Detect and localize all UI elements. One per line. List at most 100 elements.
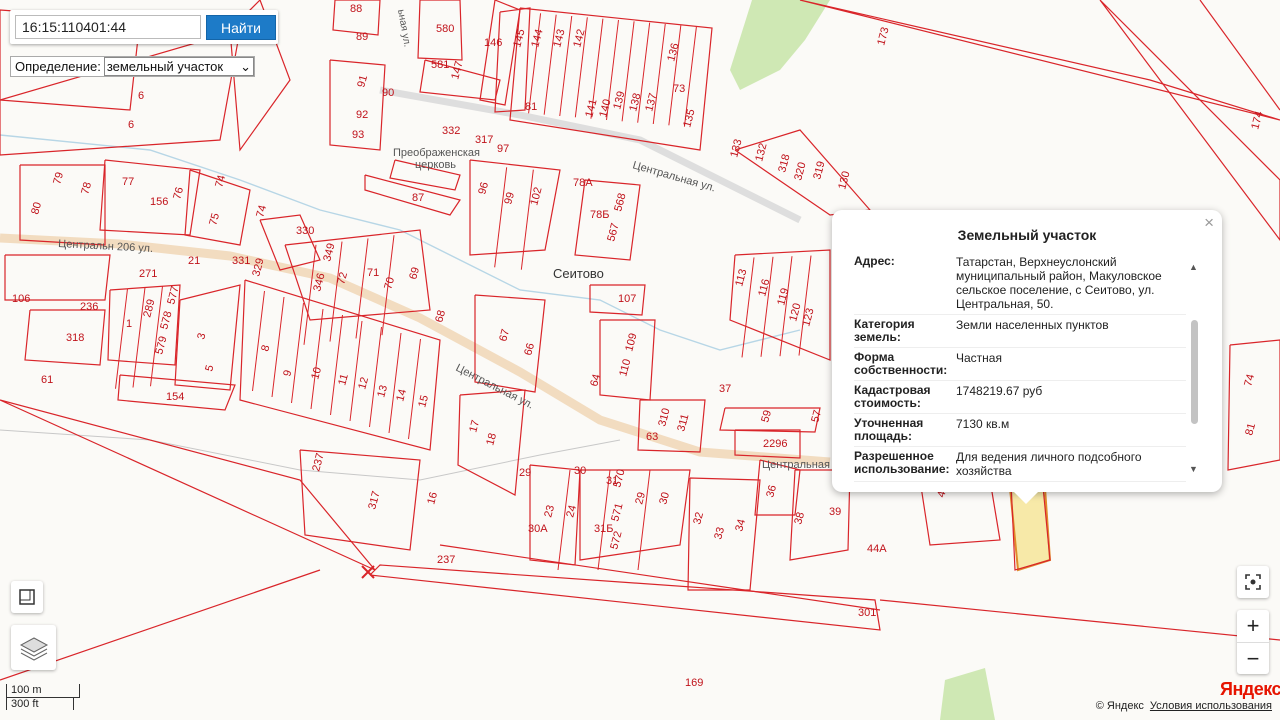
parcel-number: 71 <box>367 267 379 279</box>
fullscreen-icon <box>1245 574 1261 590</box>
popup-scrollbar[interactable]: ▲ ▼ <box>1188 262 1200 476</box>
parcel-number: 29 <box>519 467 531 479</box>
parcel-number: 8 <box>259 344 272 353</box>
parcel-outline[interactable] <box>469 159 561 256</box>
info-label: Разрешенное использование: <box>854 449 950 476</box>
info-value: 1748219.67 руб <box>956 384 1043 398</box>
info-label: Адрес: <box>854 254 895 268</box>
parcel-number: 96 <box>476 181 491 196</box>
parcel-number: 106 <box>12 293 30 305</box>
parcel-number: 76 <box>171 186 186 201</box>
parcel-outline[interactable] <box>439 544 881 611</box>
parcel-number: 12 <box>356 376 371 391</box>
parcel-number: 271 <box>139 268 157 280</box>
parcel-outline[interactable] <box>579 469 691 561</box>
info-value: Частная <box>956 351 1002 365</box>
parcel-number: 74 <box>1242 373 1257 388</box>
parcel-number: 317 <box>366 490 382 511</box>
fullscreen-button[interactable] <box>1237 566 1269 598</box>
info-value: Земли населенных пунктов <box>956 318 1109 332</box>
parcel-number: 88 <box>350 3 362 15</box>
parcel-number: 135 <box>681 108 697 129</box>
info-label: Кадастровая стоимость: <box>854 383 931 410</box>
street-label: Центральная <box>762 459 830 471</box>
parcel-number: 87 <box>412 192 424 204</box>
parcel-number: 6 <box>138 90 144 102</box>
zoom-out-button[interactable]: − <box>1237 643 1269 675</box>
parcel-boundary <box>271 296 285 398</box>
parcel-number: 59 <box>759 409 774 424</box>
find-button[interactable]: Найти <box>206 15 276 40</box>
parcel-number: 5 <box>203 364 216 373</box>
parcel-number: 581 <box>431 59 449 71</box>
parcel-number: 330 <box>296 225 314 237</box>
parcel-number: 61 <box>41 374 53 386</box>
parcel-number: 39 <box>829 506 841 518</box>
parcel-number: 236 <box>80 301 98 313</box>
parcel-number: 44А <box>867 543 887 555</box>
definition-label: Определение: <box>15 59 101 74</box>
parcel-number: 78 <box>79 181 94 196</box>
parcel-number: 119 <box>775 287 791 307</box>
parcel-boundary <box>291 302 304 404</box>
parcel-number: 331 <box>232 255 250 267</box>
parcel-outline[interactable] <box>1227 339 1280 471</box>
parcel-number: 21 <box>188 255 200 267</box>
layers-icon <box>19 636 48 661</box>
scale-imperial: 300 ft <box>6 698 74 710</box>
green-area <box>940 668 995 720</box>
parcel-outline[interactable] <box>799 0 1280 121</box>
parcel-boundary <box>388 332 402 434</box>
scroll-thumb[interactable] <box>1191 320 1198 424</box>
parcel-number: 93 <box>352 129 364 141</box>
parcel-number: 23 <box>542 504 557 519</box>
parcel-number: 78Б <box>590 209 609 221</box>
parcel-outline[interactable] <box>369 564 881 631</box>
scroll-down-icon[interactable]: ▼ <box>1189 464 1198 474</box>
parcel-outline[interactable] <box>0 399 376 571</box>
parcel-number: 3 <box>195 332 208 341</box>
parcel-outline[interactable] <box>879 599 1280 641</box>
parcel-number: 146 <box>484 37 502 49</box>
parcel-boundary <box>252 290 265 392</box>
parcel-number: 2296 <box>763 438 787 450</box>
church-label: Преображенская <box>393 147 480 159</box>
parcel-number: 578 <box>158 310 174 331</box>
parcel-number: 317 <box>475 134 493 146</box>
terms-link[interactable]: Условия использования <box>1150 700 1272 712</box>
village-label: Сеитово <box>553 266 604 281</box>
street-label: Центральная ул. <box>631 159 717 194</box>
parcel-boundary <box>637 469 651 571</box>
zoom-in-button[interactable]: + <box>1237 610 1269 643</box>
parcel-number: 137 <box>643 92 659 113</box>
parcel-outline[interactable] <box>0 29 241 156</box>
definition-select[interactable]: земельный участок ⌄ <box>103 57 254 76</box>
parcel-outline[interactable] <box>1199 0 1280 111</box>
parcel-number: 79 <box>51 171 66 186</box>
info-value: Татарстан, Верхнеуслонский муниципальный… <box>956 255 1162 311</box>
parcel-number: 136 <box>665 42 681 63</box>
cadastral-number-input[interactable] <box>15 15 201 39</box>
parcel-number: 110 <box>617 358 633 378</box>
parcel-number: 89 <box>356 31 368 43</box>
parcel-number: 109 <box>623 332 639 353</box>
parcel-number: 31Б <box>594 523 613 535</box>
parcel-number: 32 <box>691 511 706 526</box>
popup-body[interactable]: Адрес: Татарстан, Верхнеуслонский муницип… <box>854 252 1186 484</box>
parcel-number: 33 <box>712 526 727 541</box>
layers-button[interactable] <box>11 625 56 670</box>
parcel-outline[interactable] <box>24 309 106 366</box>
ruler-button[interactable] <box>11 581 43 613</box>
parcel-number: 75 <box>207 212 222 227</box>
parcel-number: 173 <box>875 26 891 47</box>
parcel-number: 147 <box>449 60 465 81</box>
scroll-up-icon[interactable]: ▲ <box>1189 262 1198 272</box>
parcel-number: 74 <box>213 174 228 189</box>
info-label: Форма собственности: <box>854 350 948 377</box>
parcel-number: 67 <box>497 328 512 343</box>
parcel-number: 11 <box>336 373 351 387</box>
parcel-number: 30А <box>528 523 548 535</box>
parcel-number: 319 <box>811 160 827 181</box>
parcel-number: 116 <box>756 278 772 298</box>
chevron-down-icon: ⌄ <box>240 58 251 74</box>
